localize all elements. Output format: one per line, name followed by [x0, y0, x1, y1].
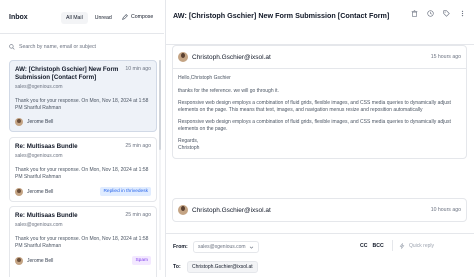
email-preview: Thank you for your response. On Mon, Nov…: [15, 236, 149, 249]
to-row: To: Christoph.Gschier@ixsol.at: [173, 261, 258, 273]
avatar: [15, 256, 23, 265]
bcc-button[interactable]: BCC: [373, 243, 384, 249]
email-subject: Re: Multisaas Bundle: [15, 143, 78, 150]
email-subject: Re: Multisaas Bundle: [15, 212, 78, 219]
message-paragraph: Hello,Christoph Gschier: [178, 75, 231, 81]
search-input[interactable]: Search by name, email or subject: [9, 41, 156, 52]
more-icon[interactable]: [459, 10, 466, 17]
scrollbar-thumb[interactable]: [159, 60, 161, 150]
filter-unread-button[interactable]: Unread: [90, 12, 117, 24]
message-body: Hello,Christoph Gschier thanks for the r…: [173, 69, 466, 158]
inbox-title: Inbox: [9, 14, 28, 21]
compose-button[interactable]: Compose: [122, 14, 153, 20]
clock-icon[interactable]: [427, 10, 434, 17]
recipient-chip[interactable]: Christoph.Gschier@ixsol.at: [187, 261, 258, 273]
search-placeholder: Search by name, email or subject: [19, 43, 96, 50]
trash-icon[interactable]: [411, 10, 418, 17]
mail-filter: All Mail Unread: [61, 12, 117, 24]
quick-reply-button[interactable]: Quick reply: [392, 240, 462, 251]
assignee-name: Jerome Bell: [27, 119, 54, 125]
email-time: 25 min ago: [125, 212, 151, 218]
email-preview: Thank you for your response. On Mon, Nov…: [15, 167, 149, 180]
email-card[interactable]: Re: Multisaas Bundle 25 min ago sales@xg…: [9, 137, 157, 202]
quick-reply-label: Quick reply: [409, 242, 435, 249]
from-label: From:: [173, 244, 188, 250]
from-value: sales@xgenious.com: [198, 244, 246, 250]
compose-label: Compose: [131, 14, 154, 20]
status-badge: Spam: [132, 256, 151, 265]
to-label: To:: [173, 264, 181, 270]
pencil-icon: [122, 14, 128, 20]
thread-subject: AW: [Christoph Gschier] New Form Submiss…: [173, 11, 390, 20]
sender-email: Christoph.Gschier@ixsol.at: [192, 206, 271, 214]
avatar: [15, 118, 23, 126]
sender-email: Christoph.Gschier@ixsol.at: [192, 53, 271, 61]
scrollbar[interactable]: [159, 60, 161, 270]
avatar: [15, 187, 23, 196]
thread-panel: AW: [Christoph Gschier] New Form Submiss…: [166, 0, 474, 277]
filter-all-mail-button[interactable]: All Mail: [61, 12, 88, 24]
email-preview: Thank you for your response. On Mon, Nov…: [15, 98, 149, 111]
email-time: 25 min ago: [125, 143, 151, 149]
email-time: 10 min ago: [125, 66, 151, 72]
tag-icon[interactable]: [443, 10, 450, 17]
status-badge: Replied in thrivedesk: [100, 187, 151, 196]
cc-button[interactable]: CC: [360, 243, 368, 249]
thread-actions: [411, 10, 466, 17]
cc-bcc-group: CC BCC: [360, 243, 384, 249]
assignee-name: Jerome Bell: [27, 257, 54, 264]
email-card[interactable]: Re: Multisaas Bundle 25 min ago sales@xg…: [9, 206, 157, 277]
message-sender: Christoph.Gschier@ixsol.at: [178, 205, 271, 215]
avatar: [178, 52, 188, 62]
email-from: sales@xgenious.com: [15, 153, 63, 159]
chevron-down-icon: [249, 246, 253, 249]
lightning-icon: [399, 242, 405, 249]
search-icon: [9, 43, 15, 50]
email-from: sales@xgenious.com: [15, 222, 63, 228]
assignee-name: Jerome Bell: [27, 188, 54, 195]
inbox-panel: Inbox All Mail Unread Compose Search by …: [0, 0, 164, 277]
assignee: Jerome Bell: [15, 187, 54, 196]
composer-divider: [166, 233, 474, 234]
message-paragraph: Responsive web design employs a combinat…: [178, 100, 451, 113]
from-select[interactable]: sales@xgenious.com: [193, 241, 259, 253]
email-subject: AW: [Christoph Gschier] New Form Submiss…: [15, 66, 119, 81]
header-divider: [0, 33, 164, 34]
message-card[interactable]: Christoph.Gschier@ixsol.at 10 hours ago: [172, 198, 467, 222]
from-row: From: sales@xgenious.com: [173, 241, 259, 253]
email-from: sales@xgenious.com: [15, 84, 63, 90]
message-time: 15 hours ago: [430, 54, 461, 60]
message-card: Christoph.Gschier@ixsol.at 15 hours ago …: [172, 45, 467, 159]
message-paragraph: thanks for the reference. we will go thr…: [178, 87, 279, 94]
message-paragraph: Responsive web design employs a combinat…: [178, 119, 451, 132]
avatar: [178, 205, 188, 215]
message-signature: Regards, Christoph: [178, 138, 200, 151]
assignee: Jerome Bell: [15, 256, 54, 265]
message-time: 10 hours ago: [430, 207, 461, 213]
email-card[interactable]: AW: [Christoph Gschier] New Form Submiss…: [9, 60, 157, 132]
message-sender: Christoph.Gschier@ixsol.at: [178, 52, 271, 62]
assignee: Jerome Bell: [15, 118, 53, 126]
